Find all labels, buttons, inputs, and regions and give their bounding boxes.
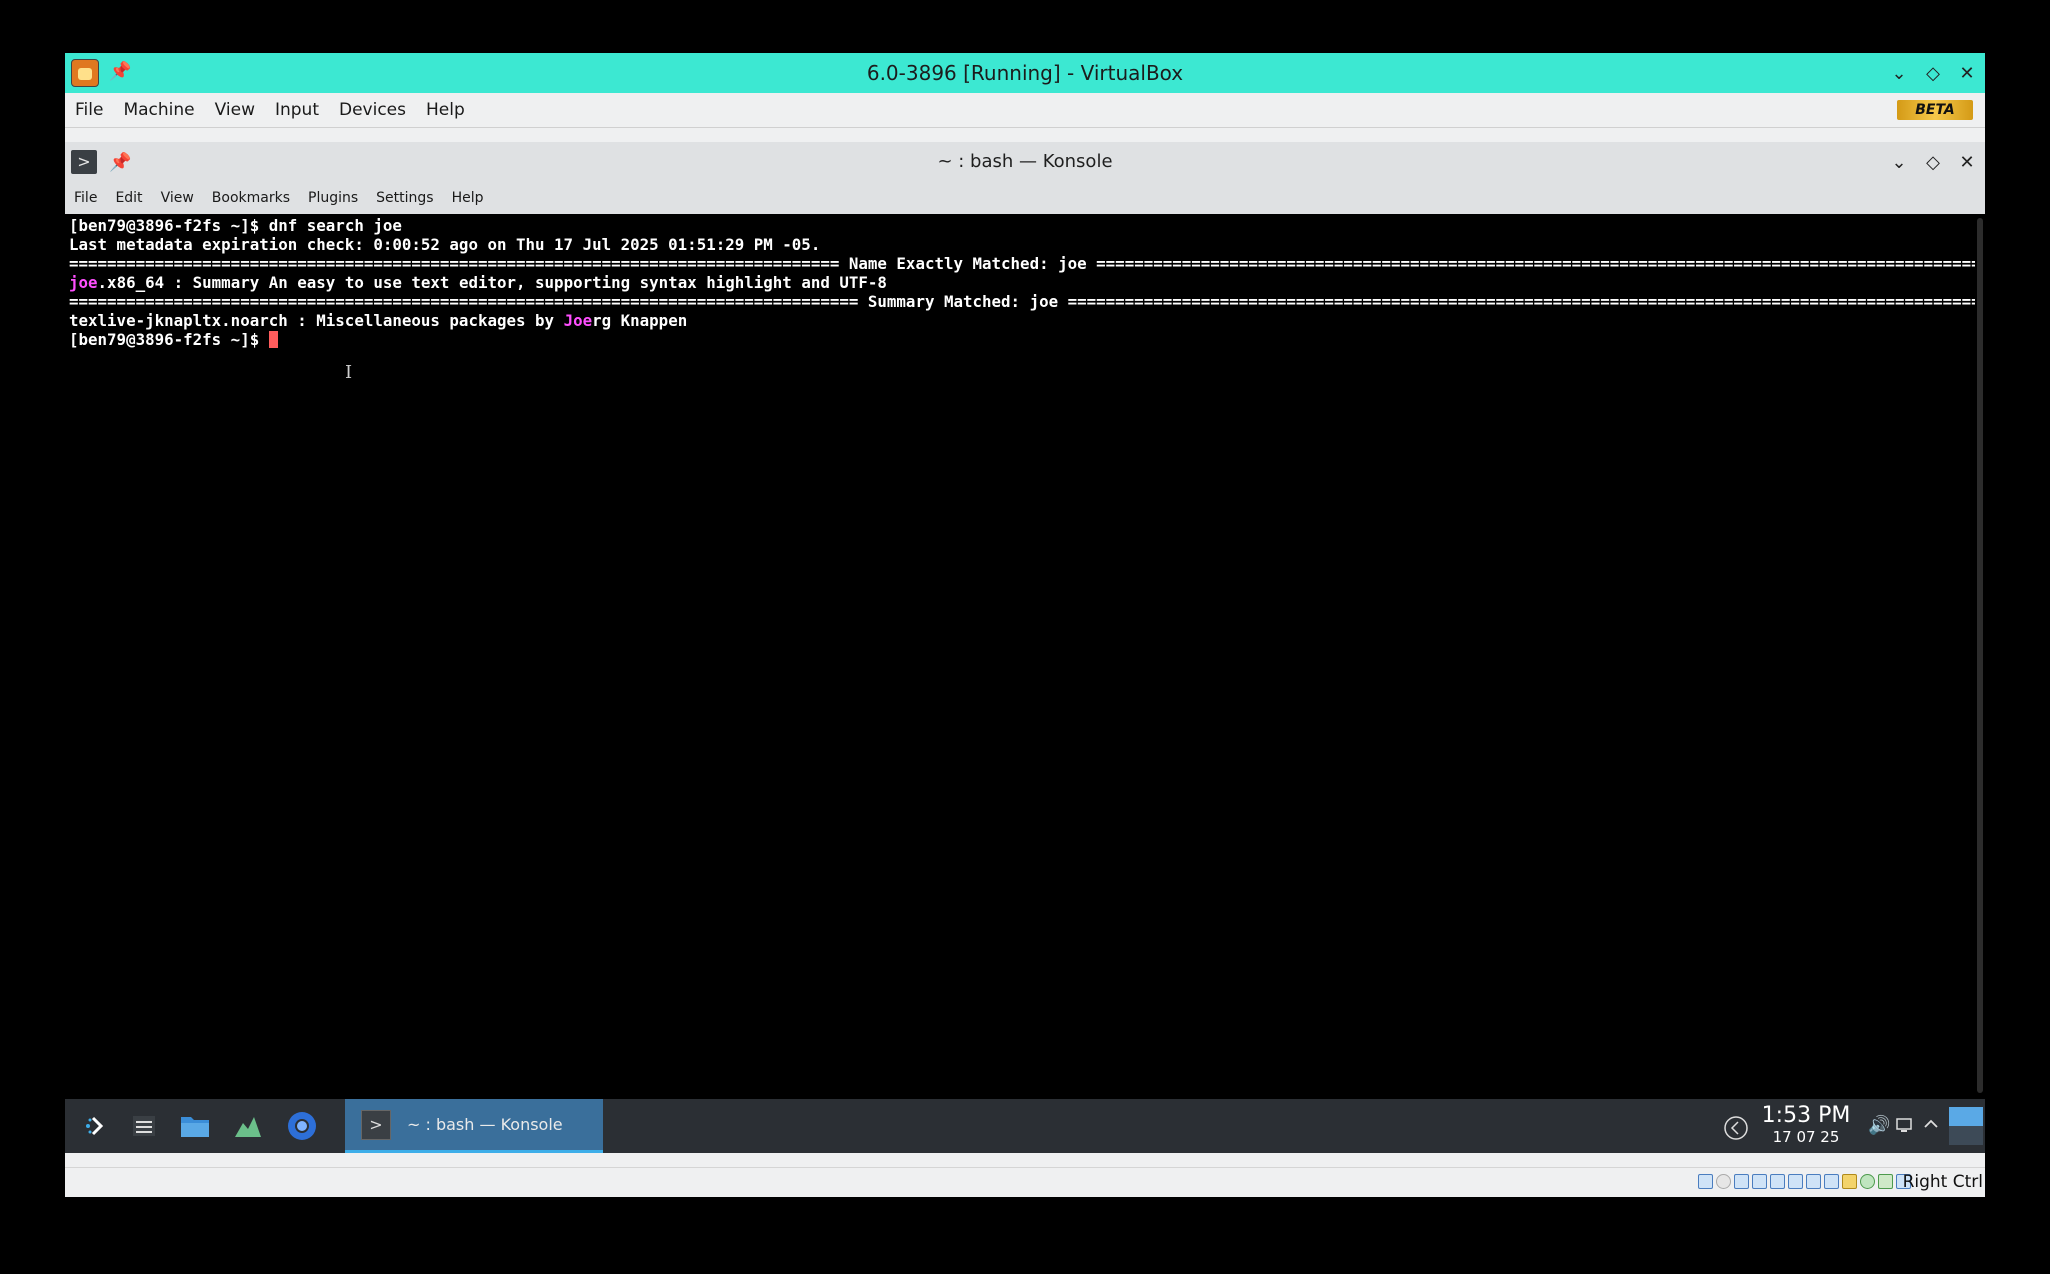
terminal-icon: > (361, 1109, 391, 1140)
network-adapter-icon[interactable] (1752, 1174, 1767, 1189)
konsole-window-controls: ⌄ ◇ ✕ (1889, 142, 1977, 182)
window-title: 6.0-3896 [Running] - VirtualBox (866, 61, 1184, 85)
clock-date: 17 07 25 (1772, 1128, 1840, 1146)
separator: ========================================… (69, 254, 840, 273)
status-indicators (1698, 1174, 1911, 1189)
usb-icon[interactable] (1770, 1174, 1785, 1189)
mouse-ibeam-icon: I (345, 362, 353, 383)
section-title: Name Exactly Matched: joe (839, 254, 1097, 273)
konsole-menubar: File Edit View Bookmarks Plugins Setting… (65, 182, 1985, 214)
search-result: joe.x86_64 : Summary An easy to use text… (69, 273, 1975, 292)
plasma-taskbar: > ~ : bash — Konsole 1:53 PM 17 07 25 🔊 (65, 1099, 1985, 1153)
konsole-title: ~ : bash — Konsole (937, 151, 1113, 172)
taskbar-task-konsole[interactable]: > ~ : bash — Konsole (345, 1099, 603, 1153)
chevron-up-icon[interactable] (1922, 1115, 1940, 1138)
terminal-output[interactable]: [ben79@3896-f2fs ~]$ dnf search joe Last… (65, 214, 1975, 1097)
recording-icon[interactable] (1824, 1174, 1839, 1189)
audio-icon[interactable] (1734, 1174, 1749, 1189)
volume-icon[interactable]: 🔊 (1868, 1115, 1890, 1136)
show-desktop-icon[interactable] (1949, 1107, 1983, 1145)
minimize-icon[interactable]: ⌄ (1889, 63, 1909, 84)
beta-badge: BETA (1897, 100, 1973, 120)
konsole-menu-view[interactable]: View (152, 190, 203, 206)
konsole-menu-settings[interactable]: Settings (367, 190, 442, 206)
prompt: [ben79@3896-f2fs ~]$ (69, 216, 269, 235)
menu-help[interactable]: Help (416, 100, 475, 120)
shared-folders-icon[interactable] (1788, 1174, 1803, 1189)
separator: ========================================… (69, 292, 859, 311)
file-manager-icon[interactable] (178, 1109, 212, 1143)
network-icon[interactable] (1895, 1115, 1915, 1140)
hard-disk-icon[interactable] (1698, 1174, 1713, 1189)
konsole-menu-file[interactable]: File (65, 190, 106, 206)
window-controls: ⌄ ◇ ✕ (1889, 53, 1977, 93)
menu-devices[interactable]: Devices (329, 100, 416, 120)
terminal-scrollbar[interactable] (1977, 218, 1983, 1093)
clock[interactable]: 1:53 PM 17 07 25 (1761, 1103, 1851, 1145)
virtualbox-window: 📌 6.0-3896 [Running] - VirtualBox ⌄ ◇ ✕ … (65, 53, 1985, 1197)
back-arrow-icon[interactable] (1723, 1115, 1749, 1146)
match-highlight: joe (69, 273, 98, 292)
app-launcher-icon[interactable] (79, 1109, 113, 1143)
result-text: .x86_64 : Summary An easy to use text ed… (97, 273, 887, 292)
result-text: rg Knappen (592, 311, 688, 330)
menu-file[interactable]: File (65, 100, 113, 120)
clock-time: 1:53 PM (1761, 1103, 1851, 1128)
virtualbox-statusbar: Right Ctrl (65, 1167, 1985, 1197)
konsole-titlebar[interactable]: > 📌 ~ : bash — Konsole ⌄ ◇ ✕ (65, 142, 1985, 182)
konsole-menu-plugins[interactable]: Plugins (299, 190, 367, 206)
minimize-icon[interactable]: ⌄ (1889, 152, 1909, 173)
konsole-menu-edit[interactable]: Edit (106, 190, 151, 206)
text-cursor (268, 331, 278, 348)
separator: ========================================… (1067, 292, 1975, 311)
close-icon[interactable]: ✕ (1957, 63, 1977, 84)
active-prompt-line: [ben79@3896-f2fs ~]$ (69, 330, 1975, 349)
section-title: Summary Matched: joe (858, 292, 1068, 311)
menu-input[interactable]: Input (265, 100, 329, 120)
host-key-label: Right Ctrl (1902, 1172, 1983, 1192)
maximize-icon[interactable]: ◇ (1923, 152, 1943, 173)
prompt: [ben79@3896-f2fs ~]$ (69, 330, 269, 349)
mouse-integration-icon[interactable] (1878, 1174, 1893, 1189)
menu-machine[interactable]: Machine (113, 100, 204, 120)
separator: ========================================… (1096, 254, 1975, 273)
task-label: ~ : bash — Konsole (407, 1115, 563, 1134)
menubar-spacer (65, 128, 1985, 142)
result-text: texlive-jknapltx.noarch : Miscellaneous … (69, 311, 564, 330)
optical-drive-icon[interactable] (1716, 1174, 1731, 1189)
metadata-line: Last metadata expiration check: 0:00:52 … (69, 235, 821, 254)
match-highlight: Joe (563, 311, 593, 330)
command-line: [ben79@3896-f2fs ~]$ dnf search joe (69, 216, 1975, 235)
konsole-menu-help[interactable]: Help (443, 190, 493, 206)
close-icon[interactable]: ✕ (1957, 152, 1977, 173)
search-result: texlive-jknapltx.noarch : Miscellaneous … (69, 311, 1975, 330)
guest-additions-icon[interactable] (1860, 1174, 1875, 1189)
virtualbox-titlebar[interactable]: 📌 6.0-3896 [Running] - VirtualBox ⌄ ◇ ✕ (65, 53, 1985, 93)
system-monitor-icon[interactable] (231, 1109, 265, 1143)
maximize-icon[interactable]: ◇ (1923, 63, 1943, 84)
section-header-name-match: ========================================… (69, 254, 1975, 273)
virtualbox-menubar: File Machine View Input Devices Help BET… (65, 93, 1985, 128)
display-icon[interactable] (1806, 1174, 1821, 1189)
konsole-menu-bookmarks[interactable]: Bookmarks (203, 190, 299, 206)
system-settings-icon[interactable] (127, 1109, 161, 1143)
section-header-summary-match: ========================================… (69, 292, 1975, 311)
command-text: dnf search joe (268, 216, 402, 235)
menu-view[interactable]: View (205, 100, 265, 120)
vt-x-icon[interactable] (1842, 1174, 1857, 1189)
browser-icon[interactable] (285, 1109, 319, 1143)
vm-bottom-strip (65, 1153, 1985, 1167)
